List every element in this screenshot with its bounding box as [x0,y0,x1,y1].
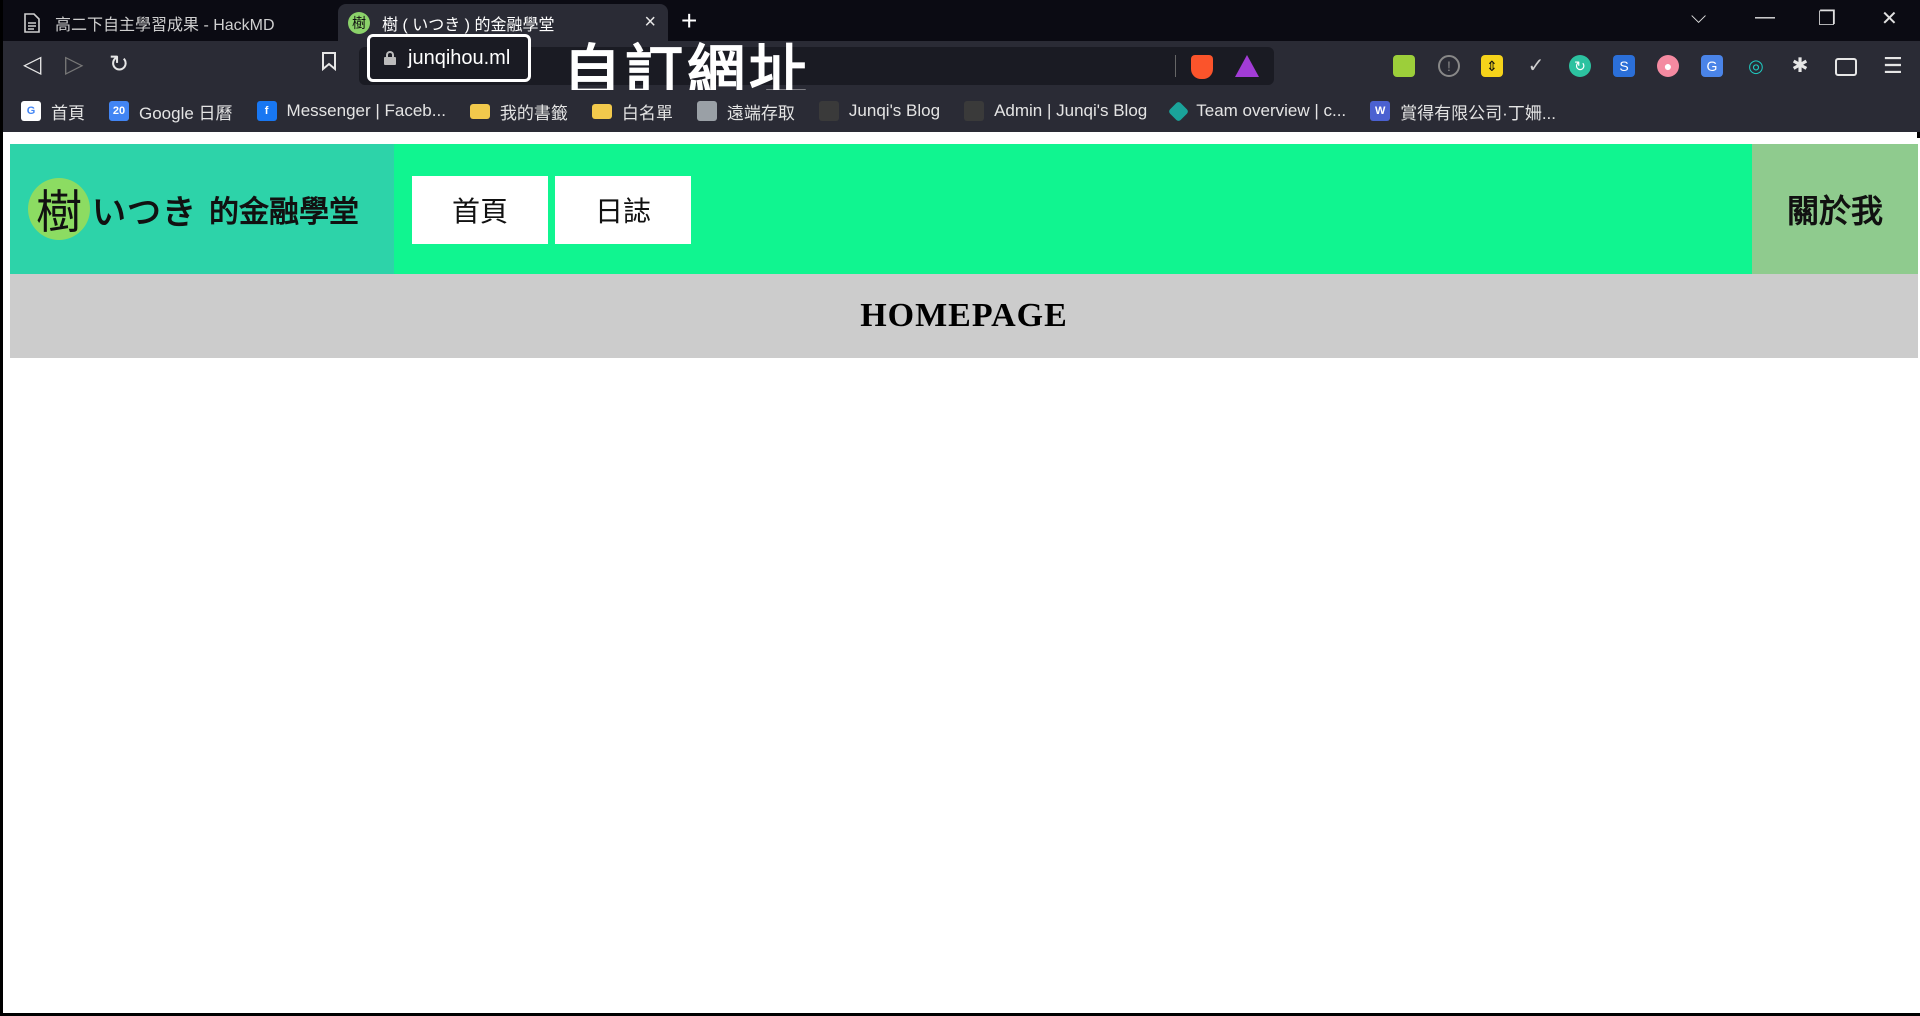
wallet-icon[interactable] [1835,58,1857,76]
extensions-puzzle-icon[interactable]: ✱ [1789,55,1811,77]
bookmark-messenger[interactable]: f Messenger | Faceb... [256,101,446,121]
brave-rewards-icon[interactable] [1235,55,1259,77]
blog-icon [818,101,839,121]
translate-extension-icon[interactable]: G [1701,55,1723,77]
tab-title: 高二下自主學習成果 - HackMD [55,16,275,34]
checkmark-extension-icon[interactable]: ✓ [1525,55,1547,77]
main-menu-icon[interactable]: ☰ [1883,53,1903,79]
extension-icon-3[interactable]: ⇕ [1481,55,1503,77]
bookmark-junqi-blog[interactable]: Junqi's Blog [818,101,941,121]
browser-toolbar: ◁ ▷ ↻ ! ⇕ ✓ ↻ S ● G ◎ ✱ ☰ [3,41,1920,90]
team-icon [1168,100,1190,122]
site-header: 樹 いつき 的金融學堂 首頁 日誌 關於我 [10,144,1918,274]
bookmark-label: Junqi's Blog [848,101,941,120]
minimize-button[interactable]: — [1755,6,1775,29]
new-tab-button[interactable]: + [681,6,697,36]
lock-icon [384,51,396,65]
close-window-button[interactable]: ✕ [1881,6,1898,31]
web-page: 樹 いつき 的金融學堂 首頁 日誌 關於我 HOMEPAGE [6,138,1920,1013]
page-banner: HOMEPAGE [10,274,1918,358]
extension-icon-1[interactable] [1393,55,1415,77]
site-brand[interactable]: 樹 いつき 的金融學堂 [10,144,394,274]
circle-extension-icon[interactable]: ◎ [1745,55,1767,77]
bookmark-label: 賞得有限公司·丁姍... [1400,103,1556,123]
bookmark-admin-blog[interactable]: Admin | Junqi's Blog [964,101,1147,121]
page-title: HOMEPAGE [860,297,1068,334]
record-extension-icon[interactable]: ● [1657,55,1679,77]
bookmark-remote-access[interactable]: 遠端存取 [696,99,795,124]
brave-shields-icon[interactable] [1191,55,1213,79]
restore-button[interactable]: ❐ [1818,6,1836,31]
reload-button[interactable]: ↻ [109,51,129,79]
bookmark-label: Team overview | c... [1196,101,1347,120]
forward-button[interactable]: ▷ [65,51,83,79]
bookmark-label: 首頁 [51,103,85,123]
google-icon: G [21,101,41,121]
browser-window: 高二下自主學習成果 - HackMD 樹 樹 ( いつき ) 的金融學堂 × +… [0,0,1920,1016]
bookmark-label: Messenger | Faceb... [286,101,446,120]
tab-search-dropdown-icon[interactable]: ⌵ [1691,6,1706,29]
bookmark-label: 白名單 [621,103,673,123]
bookmark-label: Admin | Junqi's Blog [994,101,1148,120]
bookmark-google-calendar[interactable]: 20 Google 日曆 [109,99,233,124]
bookmark-home[interactable]: G 首頁 [21,99,85,124]
word-icon: W [1370,101,1391,121]
folder-icon [591,103,612,119]
calendar-icon: 20 [109,101,129,121]
omnibox-divider [1175,55,1176,77]
url-text: junqihou.ml [408,46,511,69]
extension-icon-2[interactable]: ! [1438,55,1460,77]
bookmark-label: 我的書籤 [499,103,568,123]
bookmark-team-overview[interactable]: Team overview | c... [1168,100,1347,122]
tree-logo-icon: 樹 [28,178,90,240]
brand-name: いつき [92,193,197,232]
remote-desktop-icon [696,101,717,121]
nav-about-button[interactable]: 關於我 [1752,144,1918,274]
bookmarks-bar: G 首頁 20 Google 日曆 f Messenger | Faceb...… [3,90,1920,132]
tab-strip: 高二下自主學習成果 - HackMD 樹 樹 ( いつき ) 的金融學堂 × +… [3,0,1920,41]
bookmark-folder-my-bookmarks[interactable]: 我的書籤 [469,99,568,124]
tab-title: 樹 ( いつき ) 的金融學堂 [382,16,555,34]
folder-icon [469,103,490,119]
sync-extension-icon[interactable]: ↻ [1569,55,1591,77]
close-tab-icon[interactable]: × [644,11,656,34]
back-button[interactable]: ◁ [23,51,41,79]
bookmark-label: 遠端存取 [726,103,795,123]
nav-journal-button[interactable]: 日誌 [555,176,691,244]
bookmark-word-doc[interactable]: W 賞得有限公司·丁姍... [1370,99,1556,124]
blog-icon [964,101,985,121]
brand-subtitle: 的金融學堂 [209,196,359,229]
document-icon [21,12,43,34]
bookmark-folder-whitelist[interactable]: 白名單 [591,99,673,124]
nav-home-button[interactable]: 首頁 [412,176,548,244]
tree-favicon-icon: 樹 [348,11,370,34]
facebook-icon: f [256,101,277,121]
bookmark-label: Google 日曆 [139,103,233,123]
tab-hackmd[interactable]: 高二下自主學習成果 - HackMD [11,4,331,41]
s-extension-icon[interactable]: S [1613,55,1635,77]
bookmark-icon[interactable] [321,51,337,79]
url-display[interactable]: junqihou.ml [367,34,531,82]
